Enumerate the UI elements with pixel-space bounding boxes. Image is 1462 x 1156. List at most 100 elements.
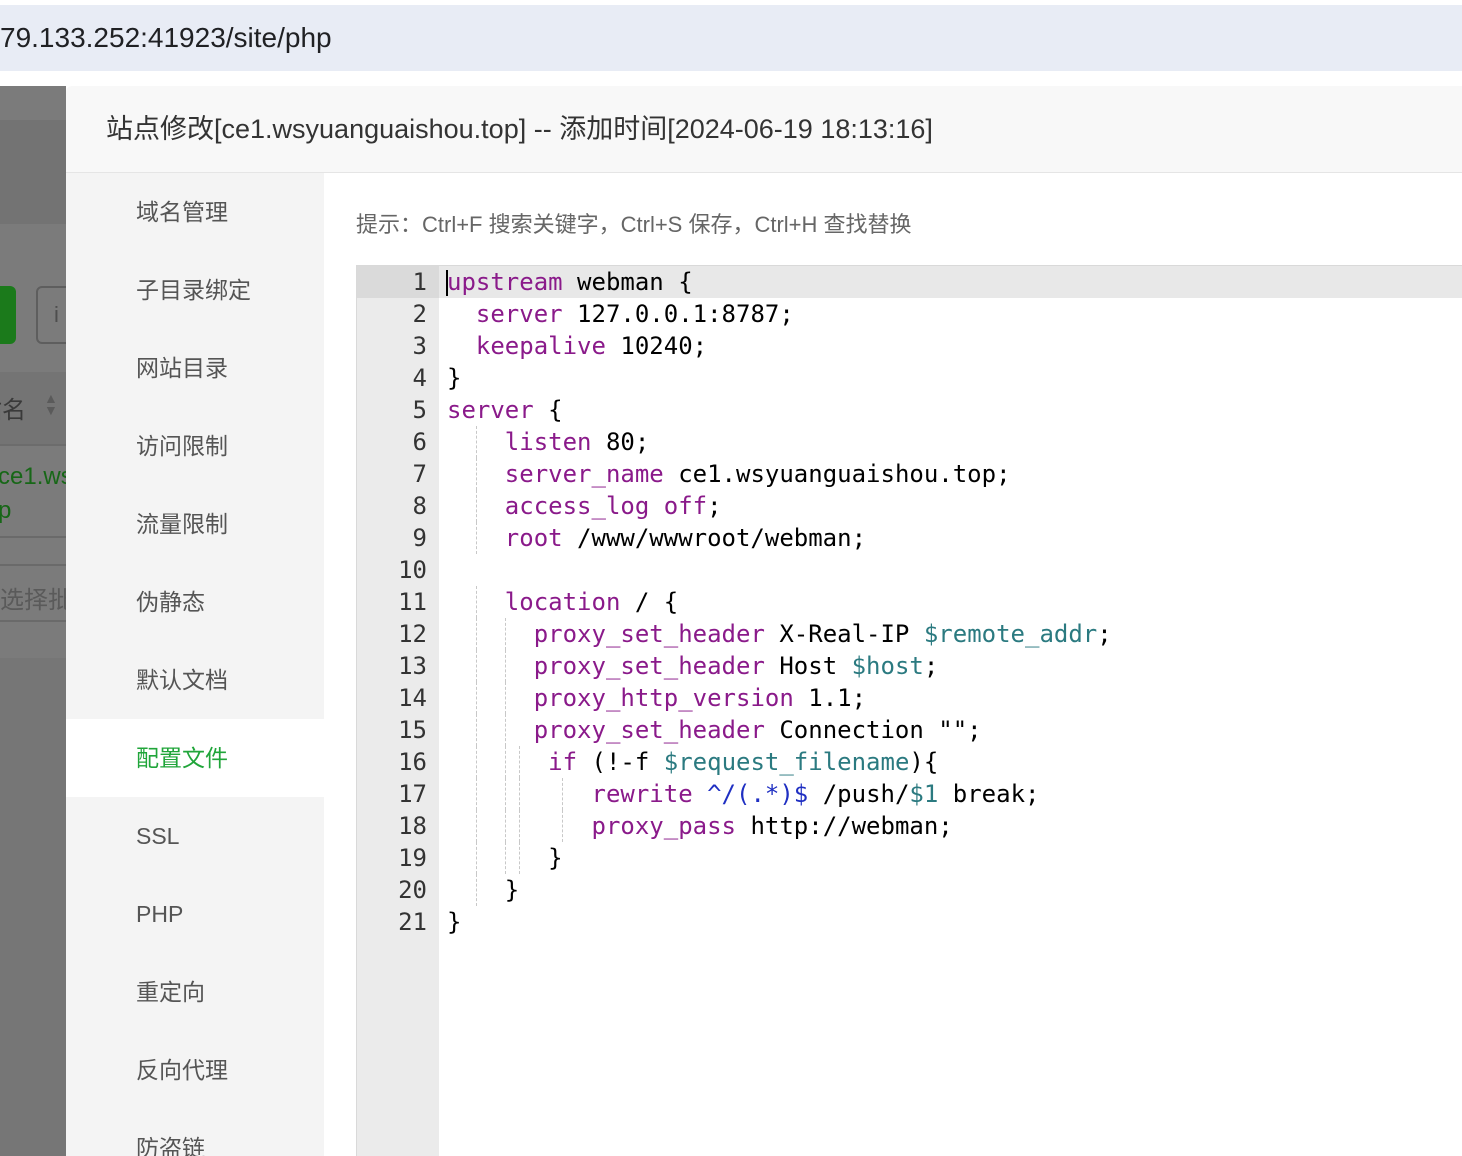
indent-guide <box>475 650 477 682</box>
indent-guide <box>475 490 477 522</box>
line-number: 11 <box>398 588 427 616</box>
sidebar-item-label: 伪静态 <box>136 589 205 615</box>
sidebar-item-8[interactable]: 配置文件 <box>66 719 324 797</box>
sidebar-item-2[interactable]: 子目录绑定 <box>66 251 324 329</box>
code-line[interactable]: upstream webman { <box>446 266 1112 298</box>
sidebar-item-12[interactable]: 反向代理 <box>66 1031 324 1109</box>
sidebar-item-label: 配置文件 <box>136 745 228 771</box>
background-site-cell: ce1.wsp <box>0 460 66 528</box>
code-line[interactable]: proxy_set_header Connection ""; <box>447 714 1112 746</box>
sidebar-item-6[interactable]: 伪静态 <box>66 563 324 641</box>
code-line-text: listen 80; <box>504 428 650 456</box>
code-content[interactable]: upstream webman { server 127.0.0.1:8787;… <box>446 266 1112 938</box>
sidebar-item-4[interactable]: 访问限制 <box>66 407 324 485</box>
background-lower-area <box>0 658 66 1156</box>
code-editor[interactable]: 1 2 3 4 5 6 7 8 9 10 11 12 13 14 15 16 17 18 19 20 21 upstre… <box>356 265 1462 1156</box>
code-line-text: location / { <box>504 588 679 616</box>
line-number: 3 <box>412 332 427 360</box>
background-site-text: ce1.wsp <box>0 463 66 524</box>
modal-sidebar: 域名管理子目录绑定网站目录访问限制 流量限制伪静态默认文档配置文件 SSL PHP 重定… <box>66 173 324 1156</box>
code-line[interactable]: root /www/wwwroot/webman; <box>447 522 1112 554</box>
code-line-text: } <box>447 908 462 936</box>
code-line-text: proxy_set_header X-Real-IP $remote_addr; <box>533 620 1112 648</box>
code-line-text: access_log off; <box>504 492 722 520</box>
code-line-text: proxy_set_header Host $host; <box>533 652 939 680</box>
sidebar-item-label: 子目录绑定 <box>136 277 251 303</box>
code-line[interactable]: if (!-f $request_filename){ <box>447 746 1112 778</box>
background-page: i 站名 ▲▼ ce1.wsp 选择批量 <box>0 86 66 1156</box>
line-number: 6 <box>412 428 427 456</box>
modal-title: 站点修改[ce1.wsyuanguaishou.top] -- 添加时间[202… <box>106 114 933 144</box>
code-line[interactable]: keepalive 10240; <box>447 330 1112 362</box>
editor-hint: 提示：Ctrl+F 搜索关键字，Ctrl+S 保存，Ctrl+H 查找替换 <box>356 212 912 237</box>
background-button-label: i <box>54 302 59 327</box>
code-line[interactable]: access_log off; <box>447 490 1112 522</box>
code-line-text: rewrite ^/(.*)$ /push/$1 break; <box>591 780 1040 808</box>
code-line-text: root /www/wwwroot/webman; <box>504 524 867 552</box>
sidebar-item-1[interactable]: 域名管理 <box>66 173 324 251</box>
url-text[interactable]: 79.133.252:41923/site/php <box>0 5 332 71</box>
indent-guide <box>475 778 477 810</box>
sidebar-item-3[interactable]: 网站目录 <box>66 329 324 407</box>
indent-guide <box>504 618 506 650</box>
line-number: 2 <box>412 300 427 328</box>
indent-guide <box>504 746 506 778</box>
line-number: 18 <box>398 812 427 840</box>
code-line[interactable] <box>447 554 1112 586</box>
indent-guide <box>562 810 564 842</box>
line-number: 15 <box>398 716 427 744</box>
sidebar-item-10[interactable]: PHP <box>66 875 324 953</box>
address-bar[interactable]: 79.133.252:41923/site/php <box>0 5 1462 71</box>
code-line[interactable]: proxy_set_header Host $host; <box>447 650 1112 682</box>
code-line[interactable]: proxy_pass http://webman; <box>447 810 1112 842</box>
indent-guide <box>475 586 477 618</box>
sidebar-item-11[interactable]: 重定向 <box>66 953 324 1031</box>
indent-guide <box>475 746 477 778</box>
line-numbers: 1 2 3 4 5 6 7 8 9 10 11 12 13 14 15 16 17 18 19 20 21 <box>357 266 427 938</box>
background-column-header: 站名 <box>0 397 26 424</box>
line-number: 19 <box>398 844 427 872</box>
line-number: 20 <box>398 876 427 904</box>
sidebar-item-label: 网站目录 <box>136 355 228 381</box>
sidebar-item-label: PHP <box>136 901 184 927</box>
background-table-header: 站名 ▲▼ <box>0 372 66 446</box>
indent-guide <box>475 714 477 746</box>
code-line[interactable]: proxy_http_version 1.1; <box>447 682 1112 714</box>
code-line[interactable]: proxy_set_header X-Real-IP $remote_addr; <box>447 618 1112 650</box>
code-line-text: if (!-f $request_filename){ <box>548 748 939 776</box>
code-line[interactable]: server { <box>447 394 1112 426</box>
line-number: 10 <box>398 556 427 584</box>
site-edit-modal: 站点修改[ce1.wsyuanguaishou.top] -- 添加时间[202… <box>66 86 1462 1156</box>
indent-guide <box>475 810 477 842</box>
code-line[interactable]: server 127.0.0.1:8787; <box>447 298 1112 330</box>
indent-guide <box>562 778 564 810</box>
line-number: 1 <box>412 268 427 296</box>
code-line[interactable]: server_name ce1.wsyuanguaishou.top; <box>447 458 1112 490</box>
sidebar-item-label: SSL <box>136 823 180 849</box>
line-number: 12 <box>398 620 427 648</box>
sidebar-item-9[interactable]: SSL <box>66 797 324 875</box>
code-line[interactable]: } <box>447 906 1112 938</box>
modal-header: 站点修改[ce1.wsyuanguaishou.top] -- 添加时间[202… <box>66 86 1462 173</box>
code-line-text: server { <box>447 396 563 424</box>
indent-guide <box>519 842 520 874</box>
code-line[interactable]: } <box>447 842 1112 874</box>
sidebar-item-7[interactable]: 默认文档 <box>66 641 324 719</box>
line-number: 21 <box>398 908 427 936</box>
line-number: 8 <box>412 492 427 520</box>
config-panel: 提示：Ctrl+F 搜索关键字，Ctrl+S 保存，Ctrl+H 查找替换 12… <box>324 173 1462 1156</box>
indent-guide <box>519 746 520 778</box>
indent-guide <box>504 714 506 746</box>
code-line[interactable]: rewrite ^/(.*)$ /push/$1 break; <box>447 778 1112 810</box>
code-line[interactable]: listen 80; <box>447 426 1112 458</box>
line-number: 16 <box>398 748 427 776</box>
background-divider <box>0 536 66 538</box>
sidebar-item-label: 重定向 <box>136 979 205 1005</box>
code-line[interactable]: location / { <box>447 586 1112 618</box>
text-cursor <box>446 270 448 296</box>
indent-guide <box>504 842 506 874</box>
sidebar-item-13[interactable]: 防盗链 <box>66 1109 324 1156</box>
sidebar-item-5[interactable]: 流量限制 <box>66 485 324 563</box>
code-line[interactable]: } <box>447 362 1112 394</box>
code-line[interactable]: } <box>447 874 1112 906</box>
